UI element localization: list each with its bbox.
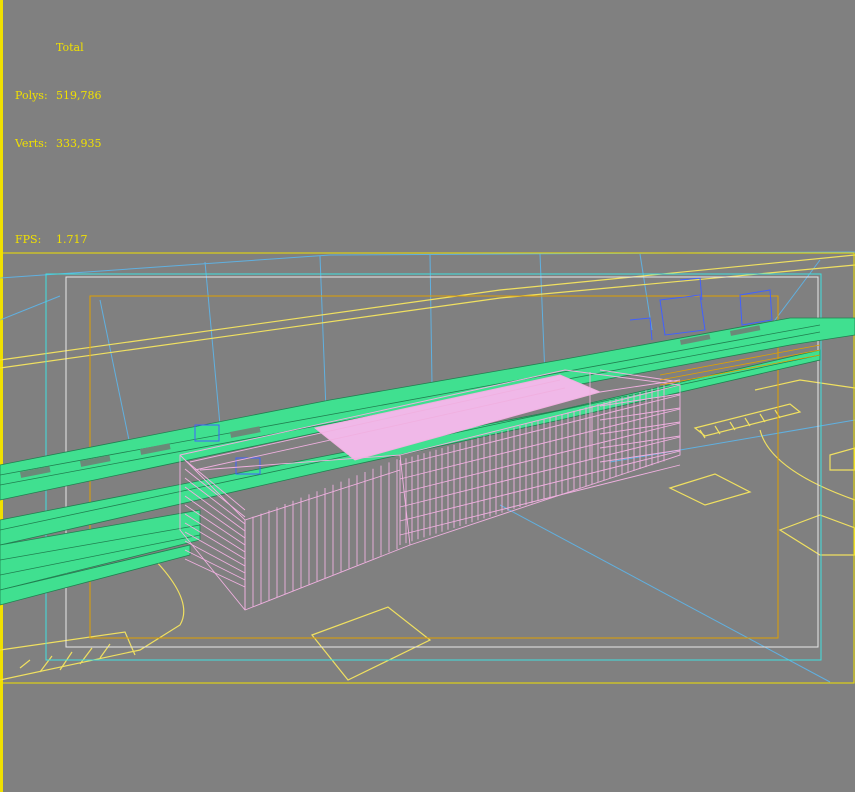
platform: [0, 317, 855, 606]
building-wire-line: [184, 531, 246, 567]
fps-label: FPS:: [15, 233, 42, 246]
verts-label: Verts:: [15, 137, 48, 150]
safe-frame-action: [45, 273, 822, 661]
verts-value: 333,935: [56, 137, 102, 150]
viewport[interactable]: Total Polys: 519,786 Verts: 333,935 FPS: 1.…: [0, 0, 855, 792]
statistics-overlay: Total Polys: 519,786 Verts: 333,935 FPS: 1.…: [15, 8, 102, 280]
building-wire-line: [184, 558, 246, 588]
fps-value: 1.717: [56, 233, 88, 246]
polys-label: Polys:: [15, 89, 48, 102]
wireframe-scene[interactable]: [0, 0, 855, 792]
stats-header: Total: [56, 41, 84, 54]
building-wire-line: [184, 549, 246, 581]
polys-value: 519,786: [56, 89, 102, 102]
